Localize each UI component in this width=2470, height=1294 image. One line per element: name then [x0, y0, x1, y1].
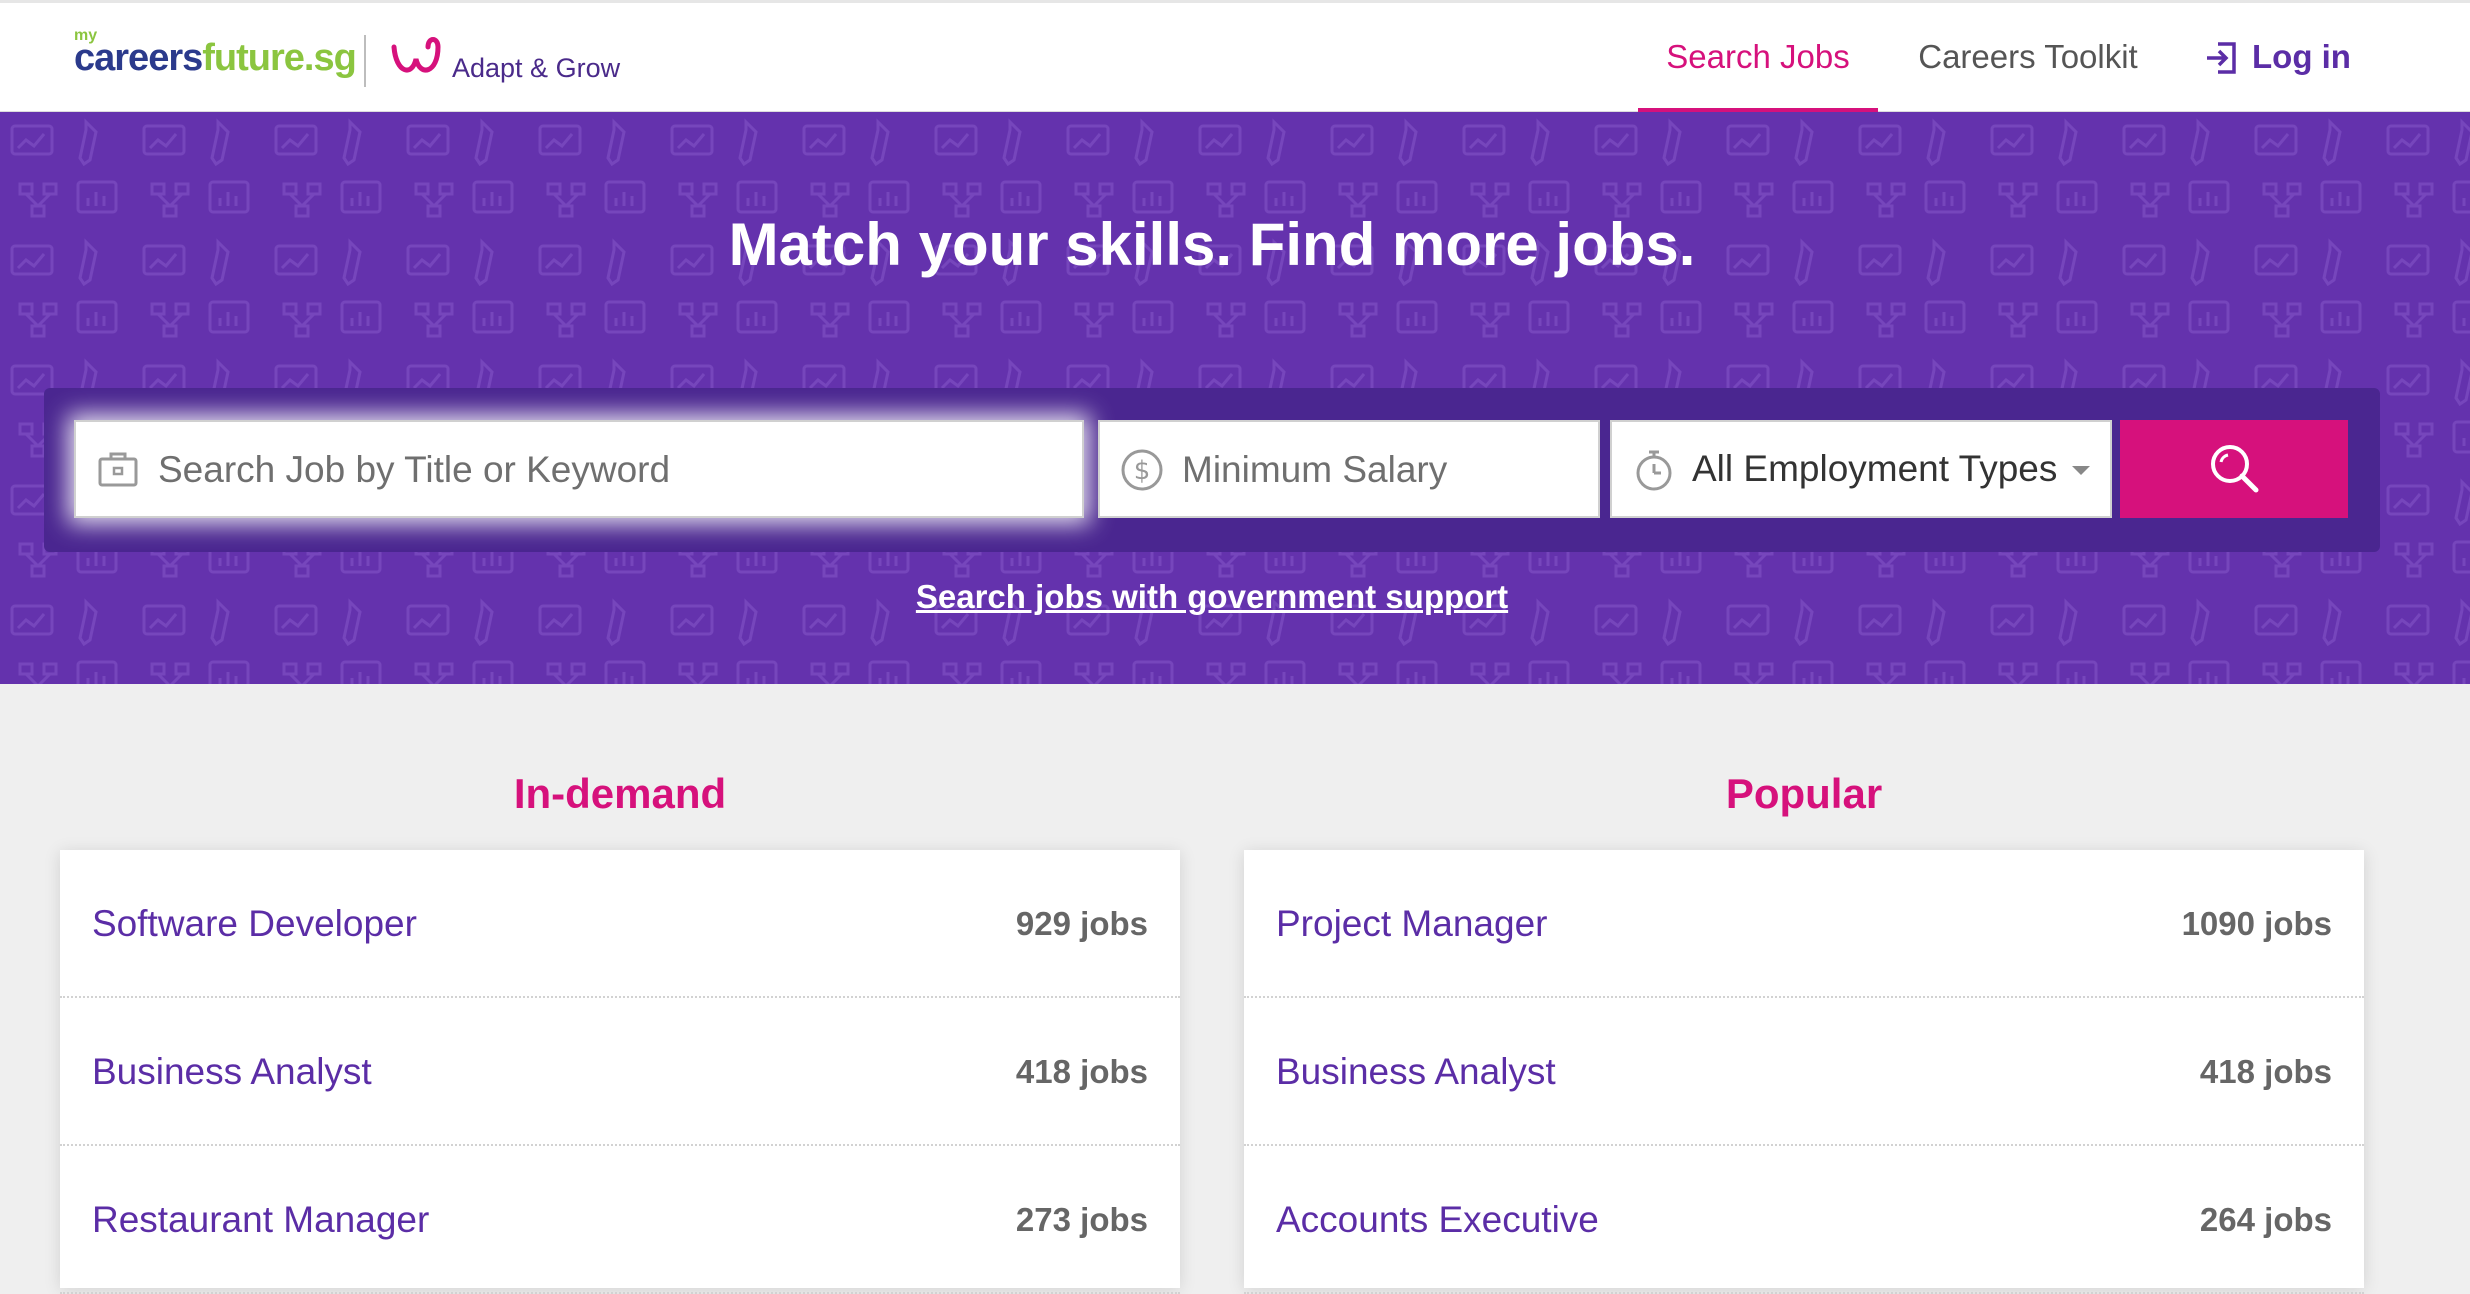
popular-list: Project Manager 1090 jobs Business Analy… [1244, 850, 2364, 1294]
nav-log-in[interactable]: Log in [2200, 3, 2360, 115]
list-item[interactable]: Project Manager 1090 jobs [1244, 850, 2364, 998]
list-item[interactable]: Restaurant Manager 273 jobs [60, 1146, 1180, 1294]
chevron-down-icon [2072, 466, 2090, 475]
list-item[interactable]: Accounts Executive 264 jobs [1244, 1146, 2364, 1294]
job-count: 418 jobs [2199, 1053, 2332, 1090]
login-icon [2207, 42, 2236, 74]
stopwatch-icon [1636, 450, 1672, 491]
search-bar: $ All Employment Types [44, 388, 2380, 552]
job-count: 273 jobs [1015, 1201, 1148, 1238]
logo-wordmark: careersfuture.sg [74, 37, 357, 80]
dollar-icon: $ [1121, 449, 1163, 491]
svg-text:$: $ [1134, 456, 1151, 486]
hero-title: Match your skills. Find more jobs. [728, 211, 1696, 278]
in-demand-list: Software Developer 929 jobs Business Ana… [60, 850, 1180, 1294]
logo-wordmark-part1: careers [74, 37, 203, 79]
keyword-input[interactable] [156, 432, 1066, 508]
job-count: 929 jobs [1015, 905, 1148, 942]
hero-banner: Match your skills. Find more jobs. $ All… [0, 112, 2470, 684]
popular-title: Popular [1725, 770, 1883, 817]
employment-type-value: All Employment Types [1692, 448, 2058, 489]
job-count: 1090 jobs [2181, 905, 2332, 942]
salary-field[interactable]: $ [1098, 420, 1600, 518]
job-role: Business Analyst [92, 1051, 372, 1092]
job-count: 418 jobs [1015, 1053, 1148, 1090]
site-header: my careersfuture.sg Adapt & Grow Search … [0, 0, 2470, 115]
search-button[interactable] [2120, 420, 2348, 518]
nav-search-jobs[interactable]: Search Jobs [1638, 3, 1878, 115]
login-label: Log in [2252, 38, 2351, 75]
list-item[interactable]: Business Analyst 418 jobs [1244, 998, 2364, 1146]
salary-input[interactable] [1180, 432, 1582, 508]
job-count: 264 jobs [2199, 1201, 2332, 1238]
logo-wordmark-part2: future.sg [202, 37, 357, 79]
job-role: Restaurant Manager [92, 1199, 430, 1240]
job-role: Project Manager [1276, 903, 1548, 944]
search-icon [2211, 445, 2259, 493]
job-role: Software Developer [92, 903, 417, 944]
list-item[interactable]: Software Developer 929 jobs [60, 850, 1180, 998]
job-role: Business Analyst [1276, 1051, 1556, 1092]
keyword-field[interactable] [74, 420, 1084, 518]
adapt-grow-mark-icon [391, 37, 441, 73]
in-demand-title: In-demand [513, 770, 727, 817]
government-support-link[interactable]: Search jobs with government support [0, 578, 2424, 616]
list-item[interactable]: Business Analyst 418 jobs [60, 998, 1180, 1146]
nav-careers-toolkit[interactable]: Careers Toolkit [1900, 3, 2156, 115]
job-role: Accounts Executive [1276, 1199, 1599, 1240]
employment-type-select[interactable]: All Employment Types [1610, 420, 2112, 518]
briefcase-icon [98, 452, 138, 487]
adapt-grow-text: Adapt & Grow [452, 53, 621, 83]
logo-divider [364, 35, 366, 87]
